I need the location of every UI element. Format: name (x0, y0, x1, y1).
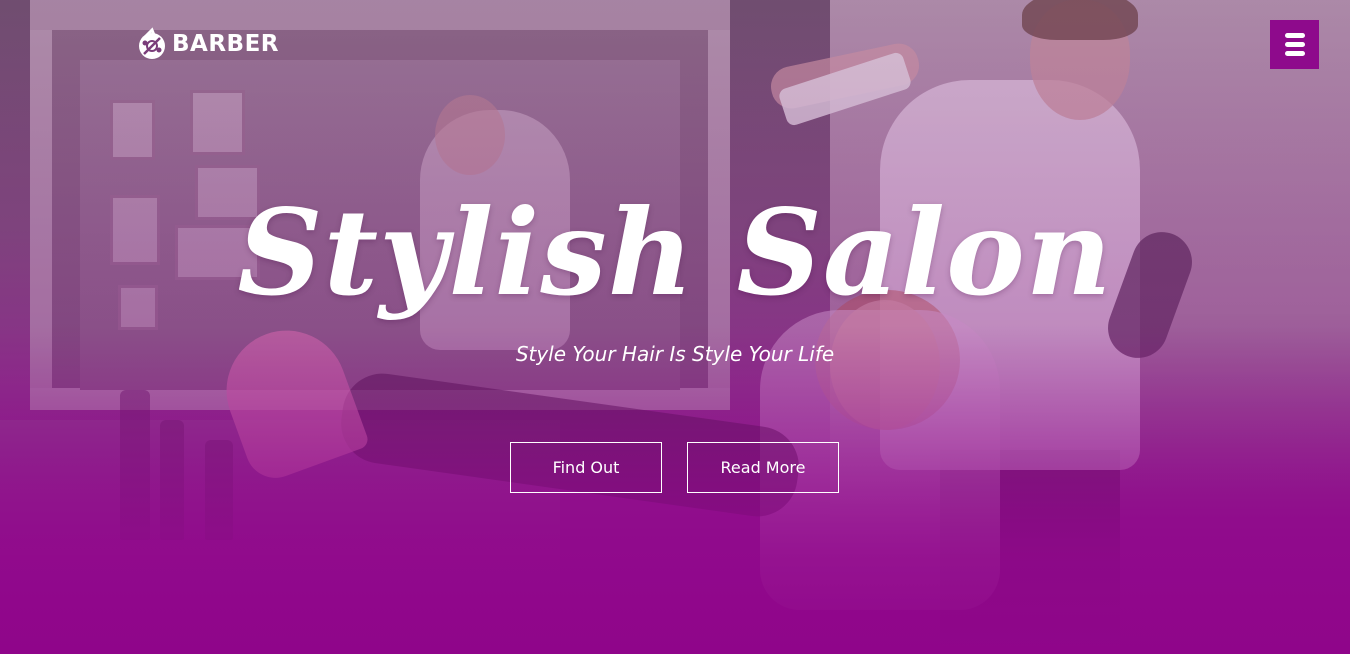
hero-cta-group: Find Out Read More (510, 442, 839, 493)
barber-badge-icon (139, 27, 165, 59)
hero-tagline: Style Your Hair Is Style Your Life (515, 342, 835, 366)
brand-logo[interactable]: BARBER (136, 26, 279, 62)
brand-name: BARBER (172, 31, 279, 57)
read-more-button[interactable]: Read More (687, 442, 839, 493)
find-out-button[interactable]: Find Out (510, 442, 662, 493)
hero-section: BARBER Stylish Salon Style Your Hair Is … (0, 0, 1350, 654)
hamburger-menu-icon (1284, 33, 1305, 38)
purple-gradient-overlay (0, 0, 1350, 654)
hero-title: Stylish Salon (237, 183, 1113, 322)
hamburger-menu-icon (1284, 51, 1305, 56)
hamburger-menu-icon (1284, 42, 1305, 47)
menu-toggle-button[interactable] (1270, 20, 1319, 69)
